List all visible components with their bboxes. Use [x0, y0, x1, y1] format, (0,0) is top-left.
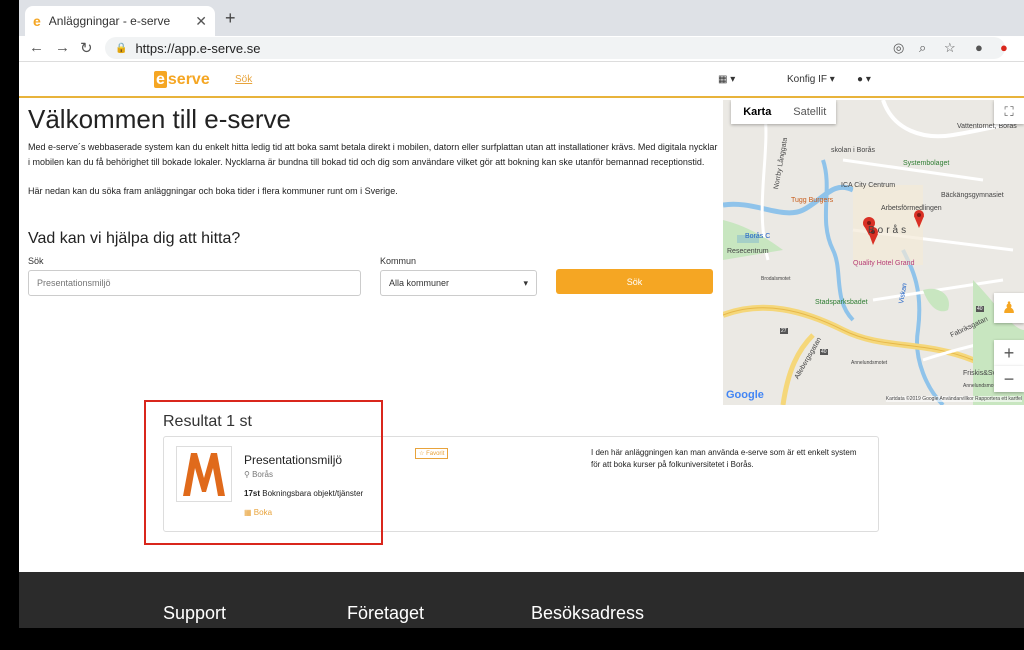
- map-label-vattentornet: Vattentornet, Borås: [957, 123, 1017, 130]
- page-title: Välkommen till e-serve: [28, 104, 291, 134]
- extension-icon[interactable]: ●: [1000, 40, 1008, 55]
- tab-bar: e Anläggningar - e-serve ✕ +: [19, 0, 1024, 36]
- map-label-arbets: Arbetsförmedlingen: [881, 205, 942, 212]
- search-label: Sök: [28, 256, 44, 266]
- star-icon: ☆: [419, 451, 425, 457]
- map-label-quality: Quality Hotel Grand: [853, 260, 915, 267]
- footer-address: Besöksadress: [531, 603, 645, 623]
- map-type-toggle: Karta Satellit: [731, 100, 836, 124]
- zoom-in-icon[interactable]: +: [994, 340, 1024, 366]
- address-bar[interactable]: 🔒 https://app.e-serve.se: [105, 37, 1005, 59]
- map-label-skolan: skolan i Borås: [831, 147, 875, 154]
- kommun-label: Kommun: [380, 256, 417, 266]
- browser-tab[interactable]: e Anläggningar - e-serve ✕: [25, 6, 215, 36]
- map-tab-satellit[interactable]: Satellit: [784, 100, 837, 124]
- map[interactable]: skolan i Borås Vattentornet, Borås Syste…: [723, 100, 1024, 405]
- calendar-menu[interactable]: ▦ ▾: [718, 74, 735, 85]
- map-label-resecentrum: Resecentrum: [727, 248, 769, 255]
- zoom-out-icon[interactable]: −: [994, 366, 1024, 392]
- google-logo: Google: [726, 389, 764, 401]
- highlight-box: [144, 400, 383, 545]
- favicon-icon: e: [33, 13, 41, 29]
- web-page: e serve Sök ▦ ▾ Konfig IF ▾ ● ▾ Välkommen…: [19, 62, 1024, 628]
- fullscreen-icon[interactable]: ⛶: [994, 100, 1024, 124]
- reload-icon[interactable]: ↻: [80, 39, 93, 57]
- search-heading: Vad kan vi hjälpa dig att hitta?: [28, 230, 241, 247]
- back-icon[interactable]: ←: [29, 39, 44, 56]
- forward-icon[interactable]: →: [55, 39, 70, 56]
- new-tab-icon[interactable]: +: [225, 8, 236, 29]
- pegman-icon[interactable]: ♟: [994, 293, 1024, 323]
- location-icon[interactable]: ◎: [893, 40, 904, 56]
- map-label-boras-c: Borås C: [745, 233, 771, 240]
- map-tab-karta[interactable]: Karta: [731, 100, 784, 124]
- calendar-icon: ▦: [718, 74, 728, 85]
- map-label-route-27: 27: [780, 328, 788, 334]
- tab-title: Anläggningar - e-serve: [48, 14, 171, 28]
- footer-company: Företaget: [347, 603, 425, 623]
- config-menu[interactable]: Konfig IF ▾: [787, 74, 835, 85]
- language-menu[interactable]: ● ▾: [857, 74, 871, 85]
- globe-icon: ●: [857, 74, 864, 85]
- map-label-tugg: Tugg Burgers: [791, 197, 834, 204]
- search-button[interactable]: Sök: [556, 269, 713, 294]
- map-label-boras: Borås: [868, 225, 910, 236]
- chevron-down-icon: ▾: [523, 277, 528, 288]
- map-label-stadsparks: Stadsparksbadet: [815, 299, 868, 306]
- favorite-button[interactable]: ☆ Favorit: [415, 448, 449, 459]
- map-label-ica: ICA City Centrum: [841, 182, 896, 189]
- profile-icon[interactable]: ●: [975, 40, 983, 55]
- map-label-backang: Bäckängsgymnasiet: [941, 192, 1004, 199]
- footer: Support Företaget Besöksadress: [19, 572, 1024, 628]
- footer-support: Support: [163, 603, 227, 623]
- bookmark-star-icon[interactable]: ☆: [944, 40, 956, 56]
- map-label-brodals: Brodalsmotet: [761, 276, 791, 282]
- eserve-logo[interactable]: e serve: [154, 71, 210, 89]
- zoom-icon[interactable]: ⌕: [919, 40, 926, 56]
- browser-toolbar: ← → ↻ 🔒 https://app.e-serve.se ◎ ⌕ ☆ ● ●: [19, 36, 1024, 62]
- intro-text: Med e-serve´s webbaserade system kan du …: [28, 142, 718, 167]
- map-label-route-40b: 40: [976, 306, 984, 312]
- hero-section: Välkommen till e-serve Med e-serve´s web…: [19, 100, 723, 405]
- search-nav-link[interactable]: Sök: [235, 74, 252, 85]
- kommun-select[interactable]: Alla kommuner ▾: [380, 270, 537, 296]
- intro-text-2: Här nedan kan du söka fram anläggningar …: [28, 186, 398, 196]
- url-text: https://app.e-serve.se: [135, 40, 261, 56]
- browser-window: e Anläggningar - e-serve ✕ + ← → ↻ 🔒 htt…: [0, 0, 1024, 650]
- search-input[interactable]: [28, 270, 361, 296]
- map-attribution[interactable]: Kartdata ©2019 Google Användarvillkor Ra…: [885, 396, 1022, 402]
- close-tab-icon[interactable]: ✕: [195, 13, 207, 30]
- lock-icon: 🔒: [115, 42, 128, 54]
- site-header: e serve Sök ▦ ▾ Konfig IF ▾ ● ▾: [19, 62, 1024, 98]
- map-label-annelund: Annelundsmotet: [851, 360, 888, 366]
- map-label-route-40: 40: [820, 349, 828, 355]
- facility-description: I den här anläggningen kan man använda e…: [591, 448, 857, 469]
- map-label-systembolaget: Systembolaget: [903, 160, 950, 167]
